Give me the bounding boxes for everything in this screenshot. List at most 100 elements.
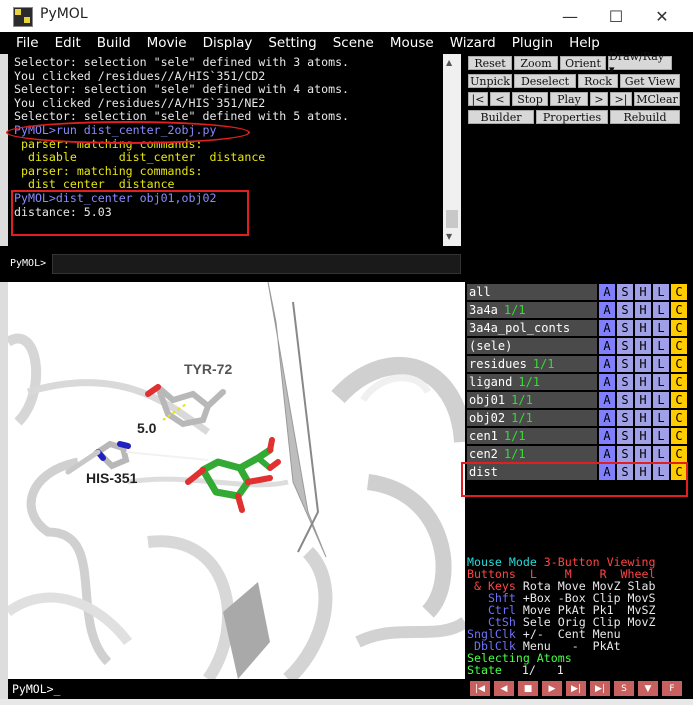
object-color-button[interactable]: C [671, 446, 687, 462]
object-name[interactable]: ligand 1/1 [467, 374, 597, 390]
object-color-button[interactable]: C [671, 302, 687, 318]
menu-build[interactable]: Build [89, 35, 139, 51]
menu-setting[interactable]: Setting [260, 35, 324, 51]
maximize-button[interactable]: ☐ [593, 0, 639, 32]
object-show-button[interactable]: S [617, 428, 633, 444]
command-input[interactable] [52, 254, 461, 274]
object-name[interactable]: 3a4a 1/1 [467, 302, 597, 318]
orient-button[interactable]: Orient [560, 56, 606, 70]
object-hide-button[interactable]: H [635, 320, 651, 336]
object-show-button[interactable]: S [617, 302, 633, 318]
unpick-button[interactable]: Unpick [468, 74, 512, 88]
object-color-button[interactable]: C [671, 374, 687, 390]
zoom-button[interactable]: Zoom [514, 56, 558, 70]
object-action-button[interactable]: A [599, 392, 615, 408]
object-label-button[interactable]: L [653, 320, 669, 336]
object-action-button[interactable]: A [599, 338, 615, 354]
object-action-button[interactable]: A [599, 320, 615, 336]
object-color-button[interactable]: C [671, 284, 687, 300]
last-frame-playback-button[interactable]: ▶| [590, 681, 610, 696]
deselect-button[interactable]: Deselect [514, 74, 576, 88]
scroll-up-arrow-icon[interactable]: ▲ [446, 58, 452, 67]
first-frame-playback-button[interactable]: |◀ [470, 681, 490, 696]
object-color-button[interactable]: C [671, 356, 687, 372]
object-hide-button[interactable]: H [635, 374, 651, 390]
rock-button[interactable]: Rock [578, 74, 618, 88]
first-frame-button[interactable]: |< [468, 92, 488, 106]
object-label-button[interactable]: L [653, 338, 669, 354]
object-hide-button[interactable]: H [635, 302, 651, 318]
menu-file[interactable]: File [0, 35, 47, 51]
object-action-button[interactable]: A [599, 410, 615, 426]
object-action-button[interactable]: A [599, 302, 615, 318]
menu-scene[interactable]: Scene [325, 35, 382, 51]
object-hide-button[interactable]: H [635, 284, 651, 300]
object-label-button[interactable]: L [653, 302, 669, 318]
object-show-button[interactable]: S [617, 320, 633, 336]
object-action-button[interactable]: A [599, 356, 615, 372]
object-show-button[interactable]: S [617, 284, 633, 300]
play-button[interactable]: Play [550, 92, 588, 106]
get-view-button[interactable]: Get View [620, 74, 680, 88]
close-button[interactable]: ✕ [639, 0, 685, 32]
console-scroll-thumb[interactable] [446, 210, 458, 228]
mclear-button[interactable]: MClear [634, 92, 680, 106]
object-label-button[interactable]: L [653, 374, 669, 390]
scroll-down-arrow-icon[interactable]: ▼ [446, 232, 452, 241]
object-label-button[interactable]: L [653, 428, 669, 444]
stop-playback-button[interactable]: ■ [518, 681, 538, 696]
menu-wizard[interactable]: Wizard [442, 35, 504, 51]
object-name[interactable]: 3a4a_pol_conts [467, 320, 597, 336]
object-name[interactable]: obj02 1/1 [467, 410, 597, 426]
menu-help[interactable]: Help [561, 35, 608, 51]
menu-mouse[interactable]: Mouse [382, 35, 442, 51]
prev-frame-playback-button[interactable]: ◀ [494, 681, 514, 696]
object-hide-button[interactable]: H [635, 410, 651, 426]
draw-ray-button[interactable]: Draw/Ray ▾ [608, 50, 672, 76]
object-action-button[interactable]: A [599, 446, 615, 462]
fullscreen-playback-button[interactable]: F [662, 681, 682, 696]
object-name[interactable]: all [467, 284, 597, 300]
object-name[interactable]: (sele) [467, 338, 597, 354]
rebuild-button[interactable]: Rebuild [610, 110, 680, 124]
next-frame-playback-button[interactable]: ▶| [566, 681, 586, 696]
object-name[interactable]: cen2 1/1 [467, 446, 597, 462]
object-color-button[interactable]: C [671, 320, 687, 336]
object-show-button[interactable]: S [617, 446, 633, 462]
molecular-viewer[interactable]: TYR-72 HIS-351 5.0 [8, 282, 465, 679]
object-hide-button[interactable]: H [635, 428, 651, 444]
stop-button[interactable]: Stop [512, 92, 548, 106]
object-show-button[interactable]: S [617, 392, 633, 408]
object-action-button[interactable]: A [599, 284, 615, 300]
object-name[interactable]: obj01 1/1 [467, 392, 597, 408]
object-label-button[interactable]: L [653, 446, 669, 462]
object-color-button[interactable]: C [671, 392, 687, 408]
scene-playback-button[interactable]: S [614, 681, 634, 696]
object-hide-button[interactable]: H [635, 392, 651, 408]
object-label-button[interactable]: L [653, 284, 669, 300]
next-frame-button[interactable]: > [590, 92, 608, 106]
menu-display[interactable]: Display [195, 35, 261, 51]
properties-button[interactable]: Properties [536, 110, 608, 124]
last-frame-button[interactable]: >| [610, 92, 632, 106]
object-color-button[interactable]: C [671, 338, 687, 354]
object-name[interactable]: cen1 1/1 [467, 428, 597, 444]
object-label-button[interactable]: L [653, 392, 669, 408]
menu-edit[interactable]: Edit [47, 35, 89, 51]
object-name[interactable]: residues 1/1 [467, 356, 597, 372]
object-color-button[interactable]: C [671, 428, 687, 444]
object-action-button[interactable]: A [599, 374, 615, 390]
object-action-button[interactable]: A [599, 428, 615, 444]
object-show-button[interactable]: S [617, 338, 633, 354]
object-show-button[interactable]: S [617, 374, 633, 390]
builder-button[interactable]: Builder [468, 110, 534, 124]
minimize-button[interactable]: — [547, 0, 593, 32]
object-hide-button[interactable]: H [635, 356, 651, 372]
menu-plugin[interactable]: Plugin [504, 35, 561, 51]
menu-movie[interactable]: Movie [139, 35, 195, 51]
object-hide-button[interactable]: H [635, 338, 651, 354]
object-hide-button[interactable]: H [635, 446, 651, 462]
object-show-button[interactable]: S [617, 356, 633, 372]
object-label-button[interactable]: L [653, 356, 669, 372]
object-show-button[interactable]: S [617, 410, 633, 426]
